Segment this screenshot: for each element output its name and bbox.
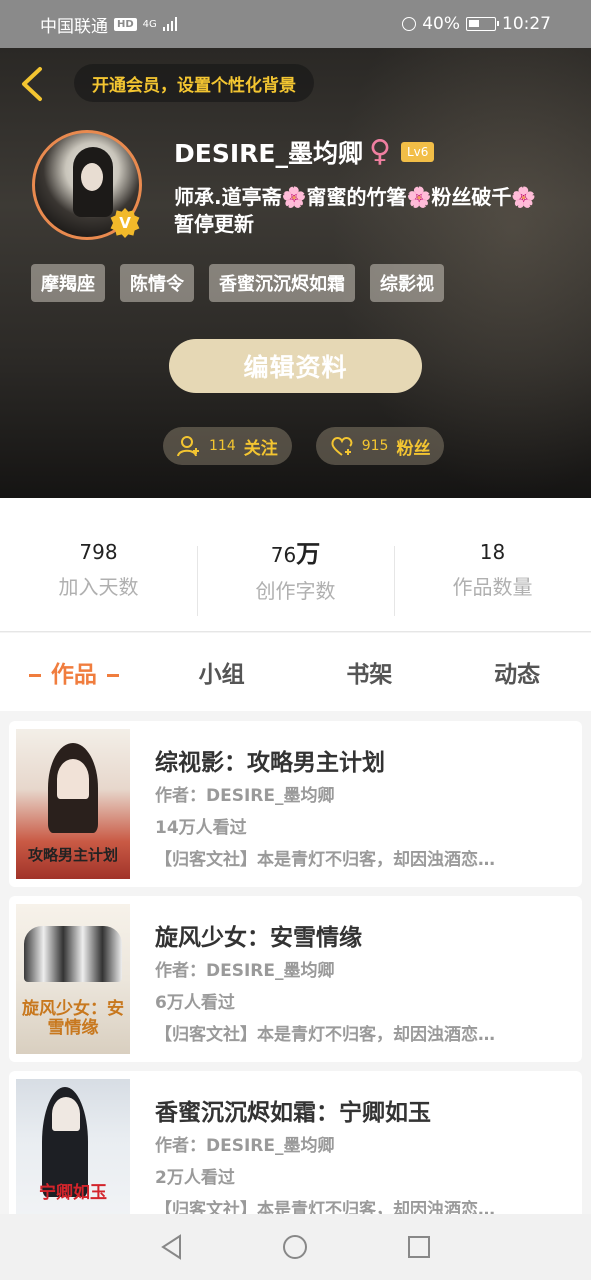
book-views: 14万人看过 <box>155 818 247 838</box>
edit-profile-button[interactable]: 编辑资料 <box>169 339 422 393</box>
stat-value: 76 <box>270 542 297 567</box>
stat-unit: 万 <box>296 539 321 568</box>
status-time: 10:27 <box>502 14 551 34</box>
tag[interactable]: 摩羯座 <box>31 264 105 302</box>
recent-apps-icon[interactable] <box>405 1233 433 1261</box>
book-cover[interactable]: 攻略男主计划 <box>16 729 130 879</box>
stat-label: 加入天数 <box>58 575 139 599</box>
stat-label: 创作字数 <box>255 578 336 603</box>
tab-label: 作品 <box>50 662 97 688</box>
tag[interactable]: 陈情令 <box>120 264 194 302</box>
book-title: 旋风少女：安雪情缘 <box>155 925 362 951</box>
tab-groups[interactable]: 小组 <box>148 655 296 689</box>
book-list: 攻略男主计划 综视影：攻略男主计划 作者：DESIRE_墨均卿 14万人看过 【… <box>0 711 591 1214</box>
battery-icon <box>466 17 499 31</box>
alarm-icon <box>402 17 417 31</box>
home-circle-icon[interactable] <box>281 1233 309 1261</box>
system-nav-bar <box>0 1214 591 1280</box>
book-author: 作者：DESIRE_墨均卿 <box>155 786 335 806</box>
network-type: 4G <box>142 18 157 30</box>
book-title: 香蜜沉沉烬如霜：宁卿如玉 <box>155 1100 431 1126</box>
stat-join-days: 798 加入天数 <box>0 498 197 631</box>
tab-label: 小组 <box>198 662 245 688</box>
book-description: 【归客文社】本是青灯不归客，却因浊酒恋… <box>155 1200 495 1214</box>
profile-header: 开通会员，设置个性化背景 V DESIRE_墨均卿 ♀ Lv6 师承.道亭斋🌸甯… <box>0 48 591 498</box>
cover-title: 旋风少女：安雪情缘 <box>22 999 124 1038</box>
vip-banner[interactable]: 开通会员，设置个性化背景 <box>74 64 314 102</box>
book-card[interactable]: 宁卿如玉 香蜜沉沉烬如霜：宁卿如玉 作者：DESIRE_墨均卿 2万人看过 【归… <box>9 1071 582 1214</box>
stat-works-count: 18 作品数量 <box>394 498 591 631</box>
bio-line-2: 暂停更新 <box>174 212 254 236</box>
following-button[interactable]: 114 关注 <box>163 427 292 465</box>
book-views: 6万人看过 <box>155 993 235 1013</box>
following-label: 关注 <box>243 438 278 459</box>
book-author: 作者：DESIRE_墨均卿 <box>155 1136 335 1156</box>
followers-label: 粉丝 <box>396 438 431 459</box>
stat-word-count: 76万 创作字数 <box>197 498 394 631</box>
cover-title: 宁卿如玉 <box>39 1183 107 1203</box>
heart-plus-icon <box>331 437 353 456</box>
tag-list: 摩羯座 陈情令 香蜜沉沉烬如霜 综影视 <box>31 264 444 302</box>
followers-count: 915 <box>361 438 389 454</box>
tab-bar: 作品 小组 书架 动态 <box>0 633 591 711</box>
stats-panel: 798 加入天数 76万 创作字数 18 作品数量 <box>0 498 591 632</box>
followers-button[interactable]: 915 粉丝 <box>315 427 445 465</box>
female-icon: ♀ <box>368 134 391 169</box>
tab-activity[interactable]: 动态 <box>443 655 591 689</box>
username: DESIRE_墨均卿 <box>174 139 363 168</box>
book-description: 【归客文社】本是青灯不归客，却因浊酒恋… <box>155 850 495 870</box>
level-badge: Lv6 <box>400 142 435 162</box>
following-count: 114 <box>209 438 236 454</box>
tag[interactable]: 综影视 <box>370 264 444 302</box>
tab-bookshelf[interactable]: 书架 <box>296 655 444 689</box>
book-views: 2万人看过 <box>155 1168 235 1188</box>
book-cover[interactable]: 旋风少女：安雪情缘 <box>16 904 130 1054</box>
chevron-left-icon[interactable] <box>18 66 46 102</box>
book-title: 综视影：攻略男主计划 <box>155 750 385 776</box>
tag[interactable]: 香蜜沉沉烬如霜 <box>209 264 355 302</box>
book-card[interactable]: 攻略男主计划 综视影：攻略男主计划 作者：DESIRE_墨均卿 14万人看过 【… <box>9 721 582 887</box>
status-bar: 中国联通 HD 4G 40% 10:27 <box>0 0 591 48</box>
book-description: 【归客文社】本是青灯不归客，却因浊酒恋… <box>155 1025 495 1045</box>
signal-icon <box>162 17 177 31</box>
add-user-icon <box>177 436 199 457</box>
hd-badge: HD <box>114 17 137 31</box>
carrier-name: 中国联通 <box>40 16 108 37</box>
stat-value: 18 <box>479 540 506 564</box>
cover-title: 攻略男主计划 <box>27 846 118 864</box>
back-triangle-icon[interactable] <box>158 1233 186 1261</box>
book-cover[interactable]: 宁卿如玉 <box>16 1079 130 1214</box>
book-card[interactable]: 旋风少女：安雪情缘 旋风少女：安雪情缘 作者：DESIRE_墨均卿 6万人看过 … <box>9 896 582 1062</box>
stat-value: 798 <box>79 540 118 564</box>
tab-label: 书架 <box>346 662 393 688</box>
stat-label: 作品数量 <box>452 575 533 599</box>
tab-label: 动态 <box>494 662 541 688</box>
bio-line-1: 师承.道亭斋🌸甯蜜的竹箸🌸粉丝破千🌸 <box>174 185 537 209</box>
battery-percent: 40% <box>422 14 460 34</box>
tab-works[interactable]: 作品 <box>0 655 148 689</box>
bio: 师承.道亭斋🌸甯蜜的竹箸🌸粉丝破千🌸 暂停更新 <box>174 184 574 238</box>
book-author: 作者：DESIRE_墨均卿 <box>155 961 335 981</box>
